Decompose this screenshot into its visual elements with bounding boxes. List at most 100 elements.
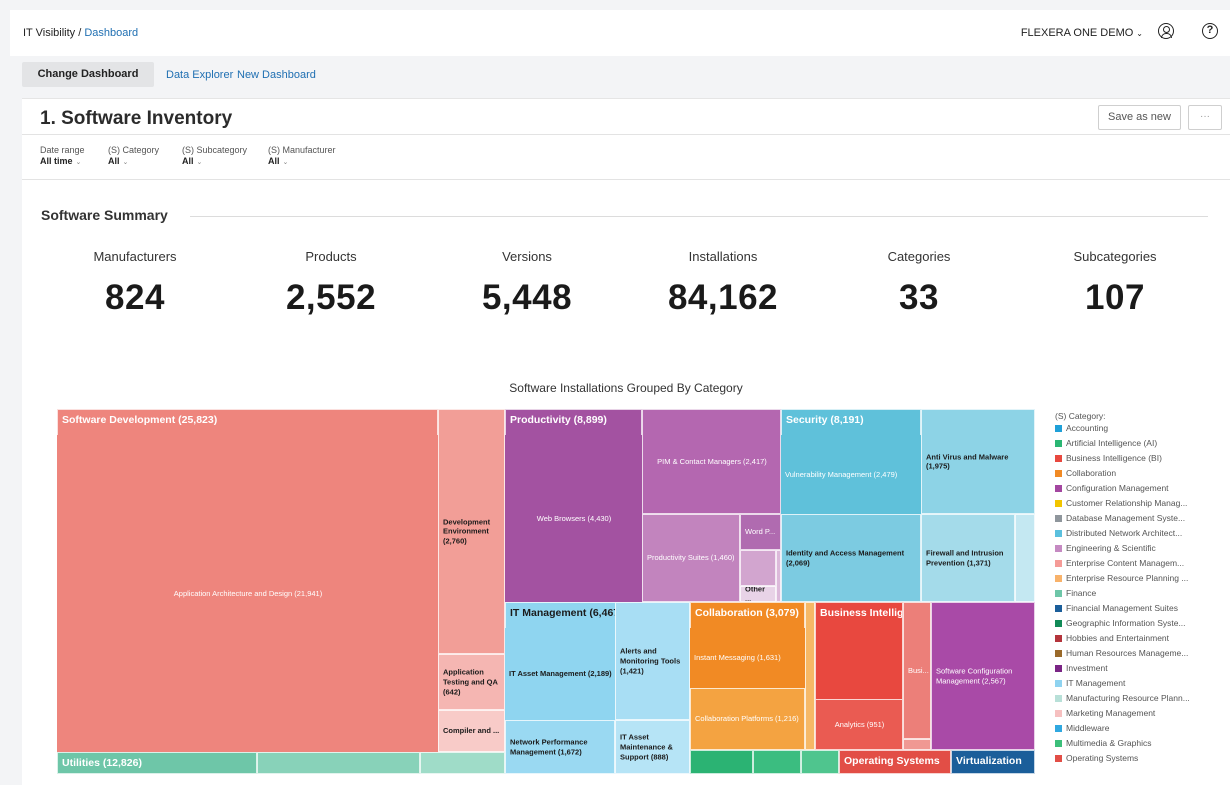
treemap-tile-pr-pim[interactable]: PIM & Contact Managers (2,417) — [642, 409, 781, 514]
divider — [22, 134, 1230, 135]
treemap-tile-itm-netperf[interactable]: Network Performance Management (1,672) — [505, 720, 615, 774]
treemap-tile-itm-asset[interactable]: IT Asset Management (2,189) — [505, 628, 615, 720]
legend-swatch — [1055, 605, 1062, 612]
change-dashboard-button[interactable]: Change Dashboard — [22, 62, 154, 87]
treemap-tile-pr-word[interactable]: Word P... — [740, 514, 781, 550]
treemap-tile-label: Collaboration Platforms (1,216) — [695, 714, 799, 724]
treemap-tile-se-av[interactable]: Anti Virus and Malware (1,975) — [921, 409, 1035, 514]
treemap-tile-bi-analytics[interactable]: Analytics (951) — [815, 699, 903, 750]
legend-item[interactable]: Multimedia & Graphics — [1055, 738, 1225, 753]
treemap-tile-sd-app-arch[interactable]: Application Architecture and Design (21,… — [57, 435, 438, 752]
legend-item[interactable]: Accounting — [1055, 423, 1225, 438]
save-as-new-button[interactable]: Save as new — [1098, 105, 1181, 130]
legend-label: Business Intelligence (BI) — [1066, 453, 1162, 463]
legend-item[interactable]: Operating Systems — [1055, 753, 1225, 768]
treemap-tile-pr-other[interactable]: Other ... — [740, 586, 776, 602]
user-account-icon[interactable] — [1158, 23, 1174, 39]
new-dashboard-link[interactable]: New Dashboard — [237, 69, 316, 81]
legend-swatch — [1055, 665, 1062, 672]
legend-item[interactable]: Engineering & Scientific — [1055, 543, 1225, 558]
stat-subcategories: Subcategories 107 — [1020, 249, 1210, 318]
legend-label: Human Resources Manageme... — [1066, 648, 1189, 658]
legend-label: Manufacturing Resource Plann... — [1066, 693, 1190, 703]
stat-value: 5,448 — [481, 278, 573, 317]
org-switcher[interactable]: FLEXERA ONE DEMO ⌄ — [1021, 27, 1143, 39]
filter-manufacturer[interactable]: (S) Manufacturer All ⌄ — [268, 145, 336, 166]
legend-item[interactable]: Hobbies and Entertainment — [1055, 633, 1225, 648]
treemap-tile-ut-head[interactable]: Utilities (12,826) — [57, 752, 257, 774]
treemap-tile-se-fw[interactable]: Firewall and Intrusion Prevention (1,371… — [921, 514, 1015, 602]
chart-legend: (S) Category: Accounting Artificial Intel… — [1055, 411, 1225, 768]
treemap-tile-co-im[interactable]: Instant Messaging (1,631) — [690, 628, 805, 688]
legend-item[interactable]: Middleware — [1055, 723, 1225, 738]
treemap-tile-label: Business Intelligence (BI) (2,915) — [820, 607, 903, 619]
chevron-down-icon: ⌄ — [75, 159, 82, 166]
legend-item[interactable]: Enterprise Content Managem... — [1055, 558, 1225, 573]
more-options-button[interactable]: ··· — [1188, 105, 1222, 130]
treemap-tile-itm-alerts[interactable]: Alerts and Monitoring Tools (1,421) — [615, 602, 690, 720]
legend-label: Accounting — [1066, 423, 1109, 433]
filter-date-range[interactable]: Date range All time ⌄ — [40, 145, 85, 166]
treemap-tile[interactable] — [753, 750, 801, 774]
treemap-tile-label: Alerts and Monitoring Tools (1,421) — [620, 646, 681, 675]
treemap-tile-bi-busi[interactable]: Busi... — [903, 602, 931, 739]
treemap-tile[interactable] — [740, 550, 776, 586]
stat-products: Products 2,552 — [236, 249, 426, 318]
filter-label: (S) Subcategory — [182, 145, 248, 155]
breadcrumb-root[interactable]: IT Visibility — [23, 27, 75, 39]
chevron-down-icon: ⌄ — [282, 159, 289, 166]
stat-versions: Versions 5,448 — [432, 249, 622, 318]
legend-swatch — [1055, 590, 1062, 597]
filter-value: All — [268, 156, 280, 166]
legend-swatch — [1055, 485, 1062, 492]
treemap-tile[interactable] — [903, 739, 931, 750]
treemap-tile-label: Firewall and Intrusion Prevention (1,371… — [926, 548, 1004, 567]
legend-item[interactable]: Geographic Information Syste... — [1055, 618, 1225, 633]
org-name: FLEXERA ONE DEMO — [1020, 27, 1134, 39]
treemap-tile[interactable] — [420, 752, 505, 774]
treemap-tile-os-head[interactable]: Operating Systems — [839, 750, 951, 774]
treemap-tile-label: Application Architecture and Design (21,… — [173, 588, 323, 598]
legend-item[interactable]: Business Intelligence (BI) — [1055, 453, 1225, 468]
legend-item[interactable]: Distributed Network Architect... — [1055, 528, 1225, 543]
legend-item[interactable]: Artificial Intelligence (AI) — [1055, 438, 1225, 453]
treemap-tile[interactable] — [801, 750, 839, 774]
breadcrumb-current[interactable]: Dashboard — [84, 27, 138, 39]
legend-title: (S) Category: — [1055, 411, 1106, 421]
treemap-tile-sd-dev-env[interactable]: Development Environment (2,760) — [438, 409, 505, 654]
treemap-tile[interactable] — [257, 752, 420, 774]
legend-item[interactable]: IT Management — [1055, 678, 1225, 693]
treemap-tile-pr-browsers[interactable]: Web Browsers (4,430) — [505, 435, 642, 602]
treemap-tile[interactable] — [1015, 514, 1035, 602]
treemap-tile-se-vuln[interactable]: Vulnerability Management (2,479) — [781, 435, 921, 514]
legend-item[interactable]: Human Resources Manageme... — [1055, 648, 1225, 663]
treemap-tile-co-platforms[interactable]: Collaboration Platforms (1,216) — [690, 688, 805, 750]
legend-label: Enterprise Resource Planning ... — [1066, 573, 1189, 583]
treemap-tile-cm-scm[interactable]: Software Configuration Management (2,567… — [931, 602, 1035, 750]
treemap-tile-vi-head[interactable]: Virtualization — [951, 750, 1035, 774]
treemap-tile-label: Productivity Suites (1,460) — [647, 553, 735, 563]
legend-item[interactable]: Enterprise Resource Planning ... — [1055, 573, 1225, 588]
treemap-tile-pr-suites[interactable]: Productivity Suites (1,460) — [642, 514, 740, 602]
help-icon[interactable]: ? — [1202, 23, 1218, 39]
legend-item[interactable]: Collaboration — [1055, 468, 1225, 483]
treemap-tile-itm-maint[interactable]: IT Asset Maintenance & Support (888) — [615, 720, 690, 774]
treemap-tile-sd-compiler[interactable]: Compiler and ... — [438, 710, 505, 752]
legend-item[interactable]: Database Management Syste... — [1055, 513, 1225, 528]
treemap-tile[interactable] — [805, 602, 815, 750]
legend-item[interactable]: Marketing Management — [1055, 708, 1225, 723]
filter-category[interactable]: (S) Category All ⌄ — [108, 145, 159, 166]
treemap-tile-sd-testing[interactable]: Application Testing and QA (642) — [438, 654, 505, 710]
treemap-tile[interactable] — [690, 750, 753, 774]
treemap-tile-se-iam[interactable]: Identity and Access Management (2,069) — [781, 514, 921, 602]
legend-item[interactable]: Configuration Management — [1055, 483, 1225, 498]
legend-item[interactable]: Financial Management Suites — [1055, 603, 1225, 618]
legend-item[interactable]: Finance — [1055, 588, 1225, 603]
legend-item[interactable]: Customer Relationship Manag... — [1055, 498, 1225, 513]
chevron-down-icon: ⌄ — [196, 159, 203, 166]
filter-subcategory[interactable]: (S) Subcategory All ⌄ — [182, 145, 247, 166]
legend-item[interactable]: Manufacturing Resource Plann... — [1055, 693, 1225, 708]
treemap-tile-label: Instant Messaging (1,631) — [694, 653, 781, 663]
legend-item[interactable]: Investment — [1055, 663, 1225, 678]
data-explorer-link[interactable]: Data Explorer — [166, 69, 233, 81]
